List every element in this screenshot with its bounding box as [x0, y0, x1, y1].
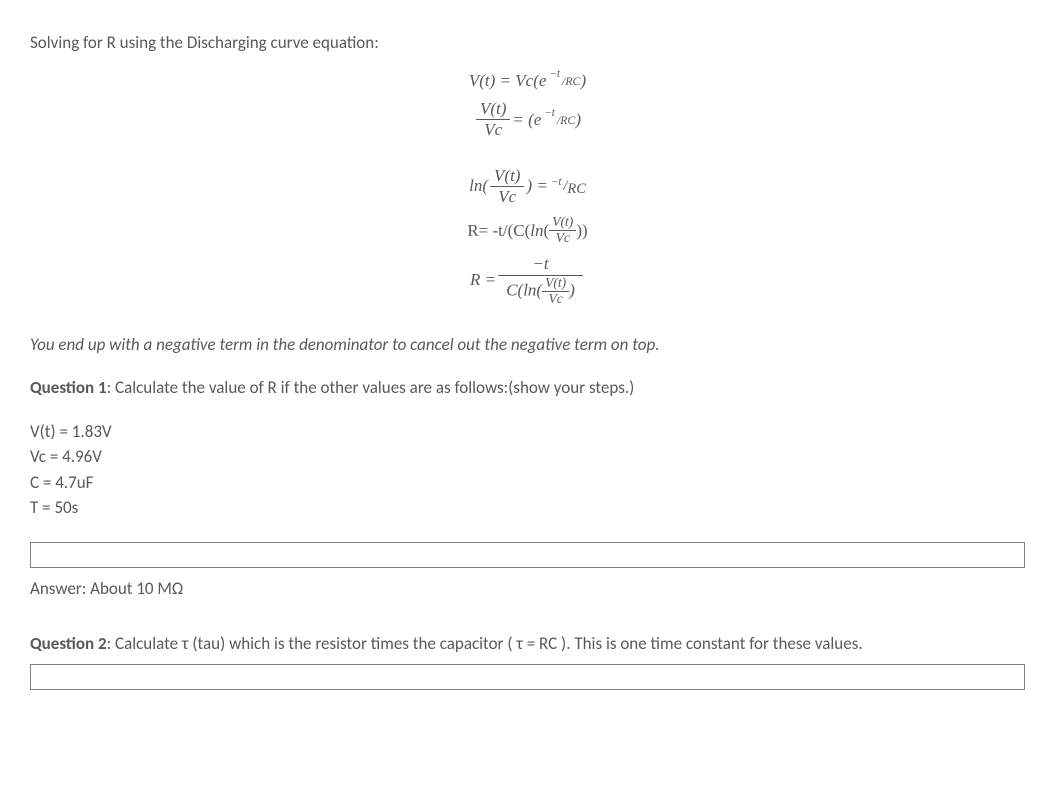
- eq2-exponent: −t: [542, 108, 557, 119]
- answer-input-2[interactable]: [30, 664, 1025, 690]
- eq1-rc: RC: [565, 74, 580, 88]
- eq5-den-den: Vc: [542, 292, 569, 307]
- note-text: You end up with a negative term in the d…: [30, 332, 1025, 358]
- eq4-den: Vc: [549, 231, 576, 246]
- eq5-den-num: V(t): [542, 276, 569, 292]
- eq2-den: Vc: [476, 120, 510, 140]
- eq5-frac: −t C(ln( V(t) Vc ): [498, 254, 583, 306]
- equations-block: V(t) = Vc(e−t/RC) V(t) Vc = (e−t/RC) ln(…: [30, 71, 1025, 307]
- given-vt: V(t) = 1.83V: [30, 419, 1025, 445]
- eq4-left: R= -t/(C(ln(: [467, 221, 549, 241]
- eq2-mid: = (e: [512, 110, 541, 130]
- eq3-frac: V(t) Vc: [490, 166, 524, 208]
- eq5-left: R =: [470, 270, 496, 290]
- eq3-mid: ) =: [526, 176, 547, 196]
- question-1: Question 1: Calculate the value of R if …: [30, 375, 1025, 401]
- eq-line-2: V(t) Vc = (e−t/RC): [30, 99, 1025, 141]
- eq-line-4: R= -t/(C(ln( V(t) Vc )): [30, 215, 1025, 246]
- eq5-den-right: ): [569, 280, 575, 299]
- eq5-num: −t: [498, 254, 583, 275]
- eq3-num: V(t): [490, 166, 524, 187]
- eq2-rc: RC: [560, 113, 575, 127]
- answer-input-1[interactable]: [30, 542, 1025, 568]
- eq4-frac: V(t) Vc: [549, 215, 576, 246]
- eq-line-5: R = −t C(ln( V(t) Vc ): [30, 254, 1025, 306]
- eq1-sup-rest: /RC: [562, 74, 581, 88]
- eq5-den-left: C(ln(: [506, 280, 542, 299]
- eq2-right: ): [575, 110, 581, 130]
- intro-text: Solving for R using the Discharging curv…: [30, 30, 1025, 56]
- given-c: C = 4.7uF: [30, 470, 1025, 496]
- eq5-den: C(ln( V(t) Vc ): [498, 276, 583, 307]
- eq3-rhs-rest: /RC: [563, 178, 585, 195]
- eq1-exponent: −t: [547, 69, 562, 80]
- given-t: T = 50s: [30, 495, 1025, 521]
- eq3-rhs-rc: RC: [567, 181, 585, 197]
- given-values: V(t) = 1.83V Vc = 4.96V C = 4.7uF T = 50…: [30, 419, 1025, 521]
- eq1-left: V(t) = Vc(e: [469, 71, 547, 91]
- q2-label: Question 2: [30, 633, 107, 654]
- eq4-right: )): [576, 221, 587, 241]
- eq3-den: Vc: [490, 187, 524, 207]
- eq3-left: ln(: [469, 176, 488, 196]
- eq3-rhs-exp: −t: [549, 177, 564, 188]
- eq2-sup-rest: /RC: [557, 113, 576, 127]
- eq1-sup-num: −t: [547, 69, 562, 80]
- given-vc: Vc = 4.96V: [30, 444, 1025, 470]
- eq2-frac: V(t) Vc: [476, 99, 510, 141]
- q2-text: : Calculate τ (tau) which is the resisto…: [107, 633, 863, 654]
- eq-line-3: ln( V(t) Vc ) = −t/RC: [30, 166, 1025, 208]
- question-2: Question 2: Calculate τ (tau) which is t…: [30, 631, 1025, 657]
- eq-line-1: V(t) = Vc(e−t/RC): [30, 71, 1025, 91]
- answer-1: Answer: About 10 MΩ: [30, 576, 1025, 602]
- eq2-num: V(t): [476, 99, 510, 120]
- q1-text: : Calculate the value of R if the other …: [107, 377, 635, 398]
- eq2-sup-num: −t: [542, 108, 557, 119]
- q1-label: Question 1: [30, 377, 107, 398]
- eq3-rhs-num: −t: [549, 177, 564, 188]
- eq1-right: ): [580, 71, 586, 91]
- eq4-num: V(t): [549, 215, 576, 231]
- eq5-den-frac: V(t) Vc: [542, 276, 569, 307]
